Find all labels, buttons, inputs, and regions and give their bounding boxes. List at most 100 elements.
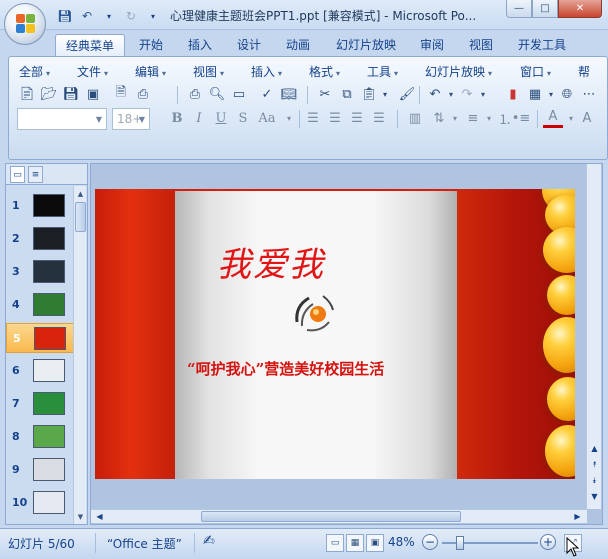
maximize-button[interactable]: □ [532,0,558,18]
menu-view[interactable]: 视图 ▾ [193,63,224,80]
tab-animation[interactable]: 动画 [286,34,310,56]
menu-format[interactable]: 格式 ▾ [309,63,340,80]
slide-thumbnail[interactable]: 7 [6,389,74,419]
slide-thumbnail[interactable]: 10 [6,488,74,518]
scroll-down-icon[interactable]: ▼ [588,490,601,503]
slide-thumbnail[interactable]: 3 [6,257,74,287]
spell-check-icon[interactable]: ✍︎ [203,533,215,549]
tab-design[interactable]: 设计 [237,34,261,56]
justify-icon[interactable]: ☰ [369,108,389,128]
change-case-button[interactable]: Aa [255,108,279,128]
menu-window[interactable]: 窗口 ▾ [520,63,551,80]
horizontal-scrollbar[interactable]: ◀ ▶ [91,509,587,523]
paste-dropdown-icon[interactable]: ▾ [375,84,395,104]
menu-insert[interactable]: 插入 ▾ [251,63,282,80]
open-icon[interactable]: 📂︎ [39,84,59,104]
scroll-down-icon[interactable]: ▼ [75,510,86,523]
italic-button[interactable]: I [189,108,209,128]
tab-view[interactable]: 视图 [469,34,493,56]
copy-icon[interactable]: ⧉ [337,84,357,104]
new-icon[interactable]: 📄︎ [17,84,37,104]
font-color-icon[interactable]: A [543,108,563,128]
tab-slideshow[interactable]: 幻灯片放映 [336,34,396,56]
menu-slideshow[interactable]: 幻灯片放映 ▾ [425,63,492,80]
zoom-level[interactable]: 48% [388,535,415,549]
permission-icon[interactable]: ▣ [83,84,103,104]
slideshow-view-icon[interactable]: ▣ [366,534,384,552]
bold-button[interactable]: B [167,108,187,128]
bullets-icon[interactable]: •≡ [511,108,531,128]
slide-thumbnail[interactable]: 9 [6,455,74,485]
tab-developer[interactable]: 开发工具 [518,34,566,56]
slide-subtitle[interactable]: “呵护我心”营造美好校园生活 [187,358,384,379]
scroll-left-icon[interactable]: ◀ [93,510,106,523]
menu-file[interactable]: 文件 ▾ [77,63,108,80]
next-slide-icon[interactable]: ⯯ [588,474,601,487]
horizontal-scroll-thumb[interactable] [201,511,461,522]
tab-home[interactable]: 开始 [139,34,163,56]
normal-view-icon[interactable]: ▭ [326,534,344,552]
slides-tab-icon[interactable]: ▭ [10,166,25,183]
menu-tools[interactable]: 工具 ▾ [367,63,398,80]
align-center-icon[interactable]: ☰ [325,108,345,128]
slide-thumbnail[interactable]: 5 [6,323,74,353]
align-right-icon[interactable]: ☰ [347,108,367,128]
minimize-button[interactable]: — [506,0,532,18]
cut-icon[interactable]: ✂ [315,84,335,104]
menu-all[interactable]: 全部 ▾ [19,63,50,80]
slides-pane-scrollbar[interactable]: ▲ ▼ [73,186,86,524]
font-size-combo[interactable]: 18+ ▼ [112,108,150,130]
scroll-right-icon[interactable]: ▶ [571,510,584,523]
tab-insert[interactable]: 插入 [188,34,212,56]
scroll-thumb[interactable] [75,202,86,232]
undo-dropdown-icon[interactable]: ▾ [100,7,118,25]
menu-help[interactable]: 帮 [578,63,590,80]
research-icon[interactable]: 📖︎ [279,84,299,104]
zoom-out-button[interactable]: − [422,534,438,550]
scroll-up-icon[interactable]: ▲ [588,442,601,455]
slide-icon[interactable]: ▭ [229,84,249,104]
zoom-slider-thumb[interactable] [456,536,464,550]
redo-dropdown-icon[interactable]: ▾ [473,84,493,104]
close-button[interactable]: ✕ [558,0,602,18]
office-button[interactable] [4,3,46,45]
slide-thumbnail[interactable]: 8 [6,422,74,452]
slide-thumbnail[interactable]: 6 [6,356,74,386]
current-slide[interactable]: 我爱我 “呵护我心”营造美好校园生活 [95,189,575,479]
save-icon[interactable]: 💾︎ [61,84,81,104]
preview-icon[interactable]: 🔍︎ [207,84,227,104]
spelling-icon[interactable]: ✓ [257,84,277,104]
text-direction-dropdown-icon[interactable]: ▾ [445,108,465,128]
redo-icon[interactable]: ↻ [122,7,140,25]
slide-sorter-icon[interactable]: ▦ [346,534,364,552]
slide-thumbnail[interactable]: 4 [6,290,74,320]
underline-button[interactable]: U [211,108,231,128]
previous-slide-icon[interactable]: ⯭ [588,458,601,471]
print-icon[interactable]: ⎙ [185,84,205,104]
scroll-up-icon[interactable]: ▲ [75,187,86,200]
align-left-icon[interactable]: ☰ [303,108,323,128]
chart-icon[interactable]: ▮ [503,84,523,104]
slide-title[interactable]: 我爱我 [217,237,325,286]
slide-thumbnail[interactable]: 2 [6,224,74,254]
increase-font-icon[interactable]: A [577,108,597,128]
hyperlink-icon[interactable]: 🌐︎ [557,84,577,104]
format-painter-icon[interactable]: 🖌︎ [397,84,417,104]
outline-tab-icon[interactable]: ≡ [28,166,43,183]
print-preview-icon[interactable]: 🗎︎ [111,84,131,104]
tab-review[interactable]: 审阅 [420,34,444,56]
save-icon[interactable]: 💾︎ [56,7,74,25]
change-case-dropdown-icon[interactable]: ▾ [279,108,299,128]
shadow-button[interactable]: S [233,108,253,128]
undo-icon[interactable]: ↶ [78,7,96,25]
tab-classic-menu[interactable]: 经典菜单 [55,34,126,56]
columns-icon[interactable]: ▥ [405,108,425,128]
vertical-scrollbar[interactable]: ▲ ⯭ ⯯ ▼ [586,164,601,509]
font-name-combo[interactable]: ▼ [17,108,107,130]
zoom-in-button[interactable]: + [540,534,556,550]
menu-edit[interactable]: 编辑 ▾ [135,63,166,80]
more-icon[interactable]: ⋯ [579,84,599,104]
customize-qat-icon[interactable]: ▾ [144,7,162,25]
pdf-icon[interactable]: ⎙ [133,84,153,104]
slide-thumbnail[interactable]: 1 [6,191,74,221]
